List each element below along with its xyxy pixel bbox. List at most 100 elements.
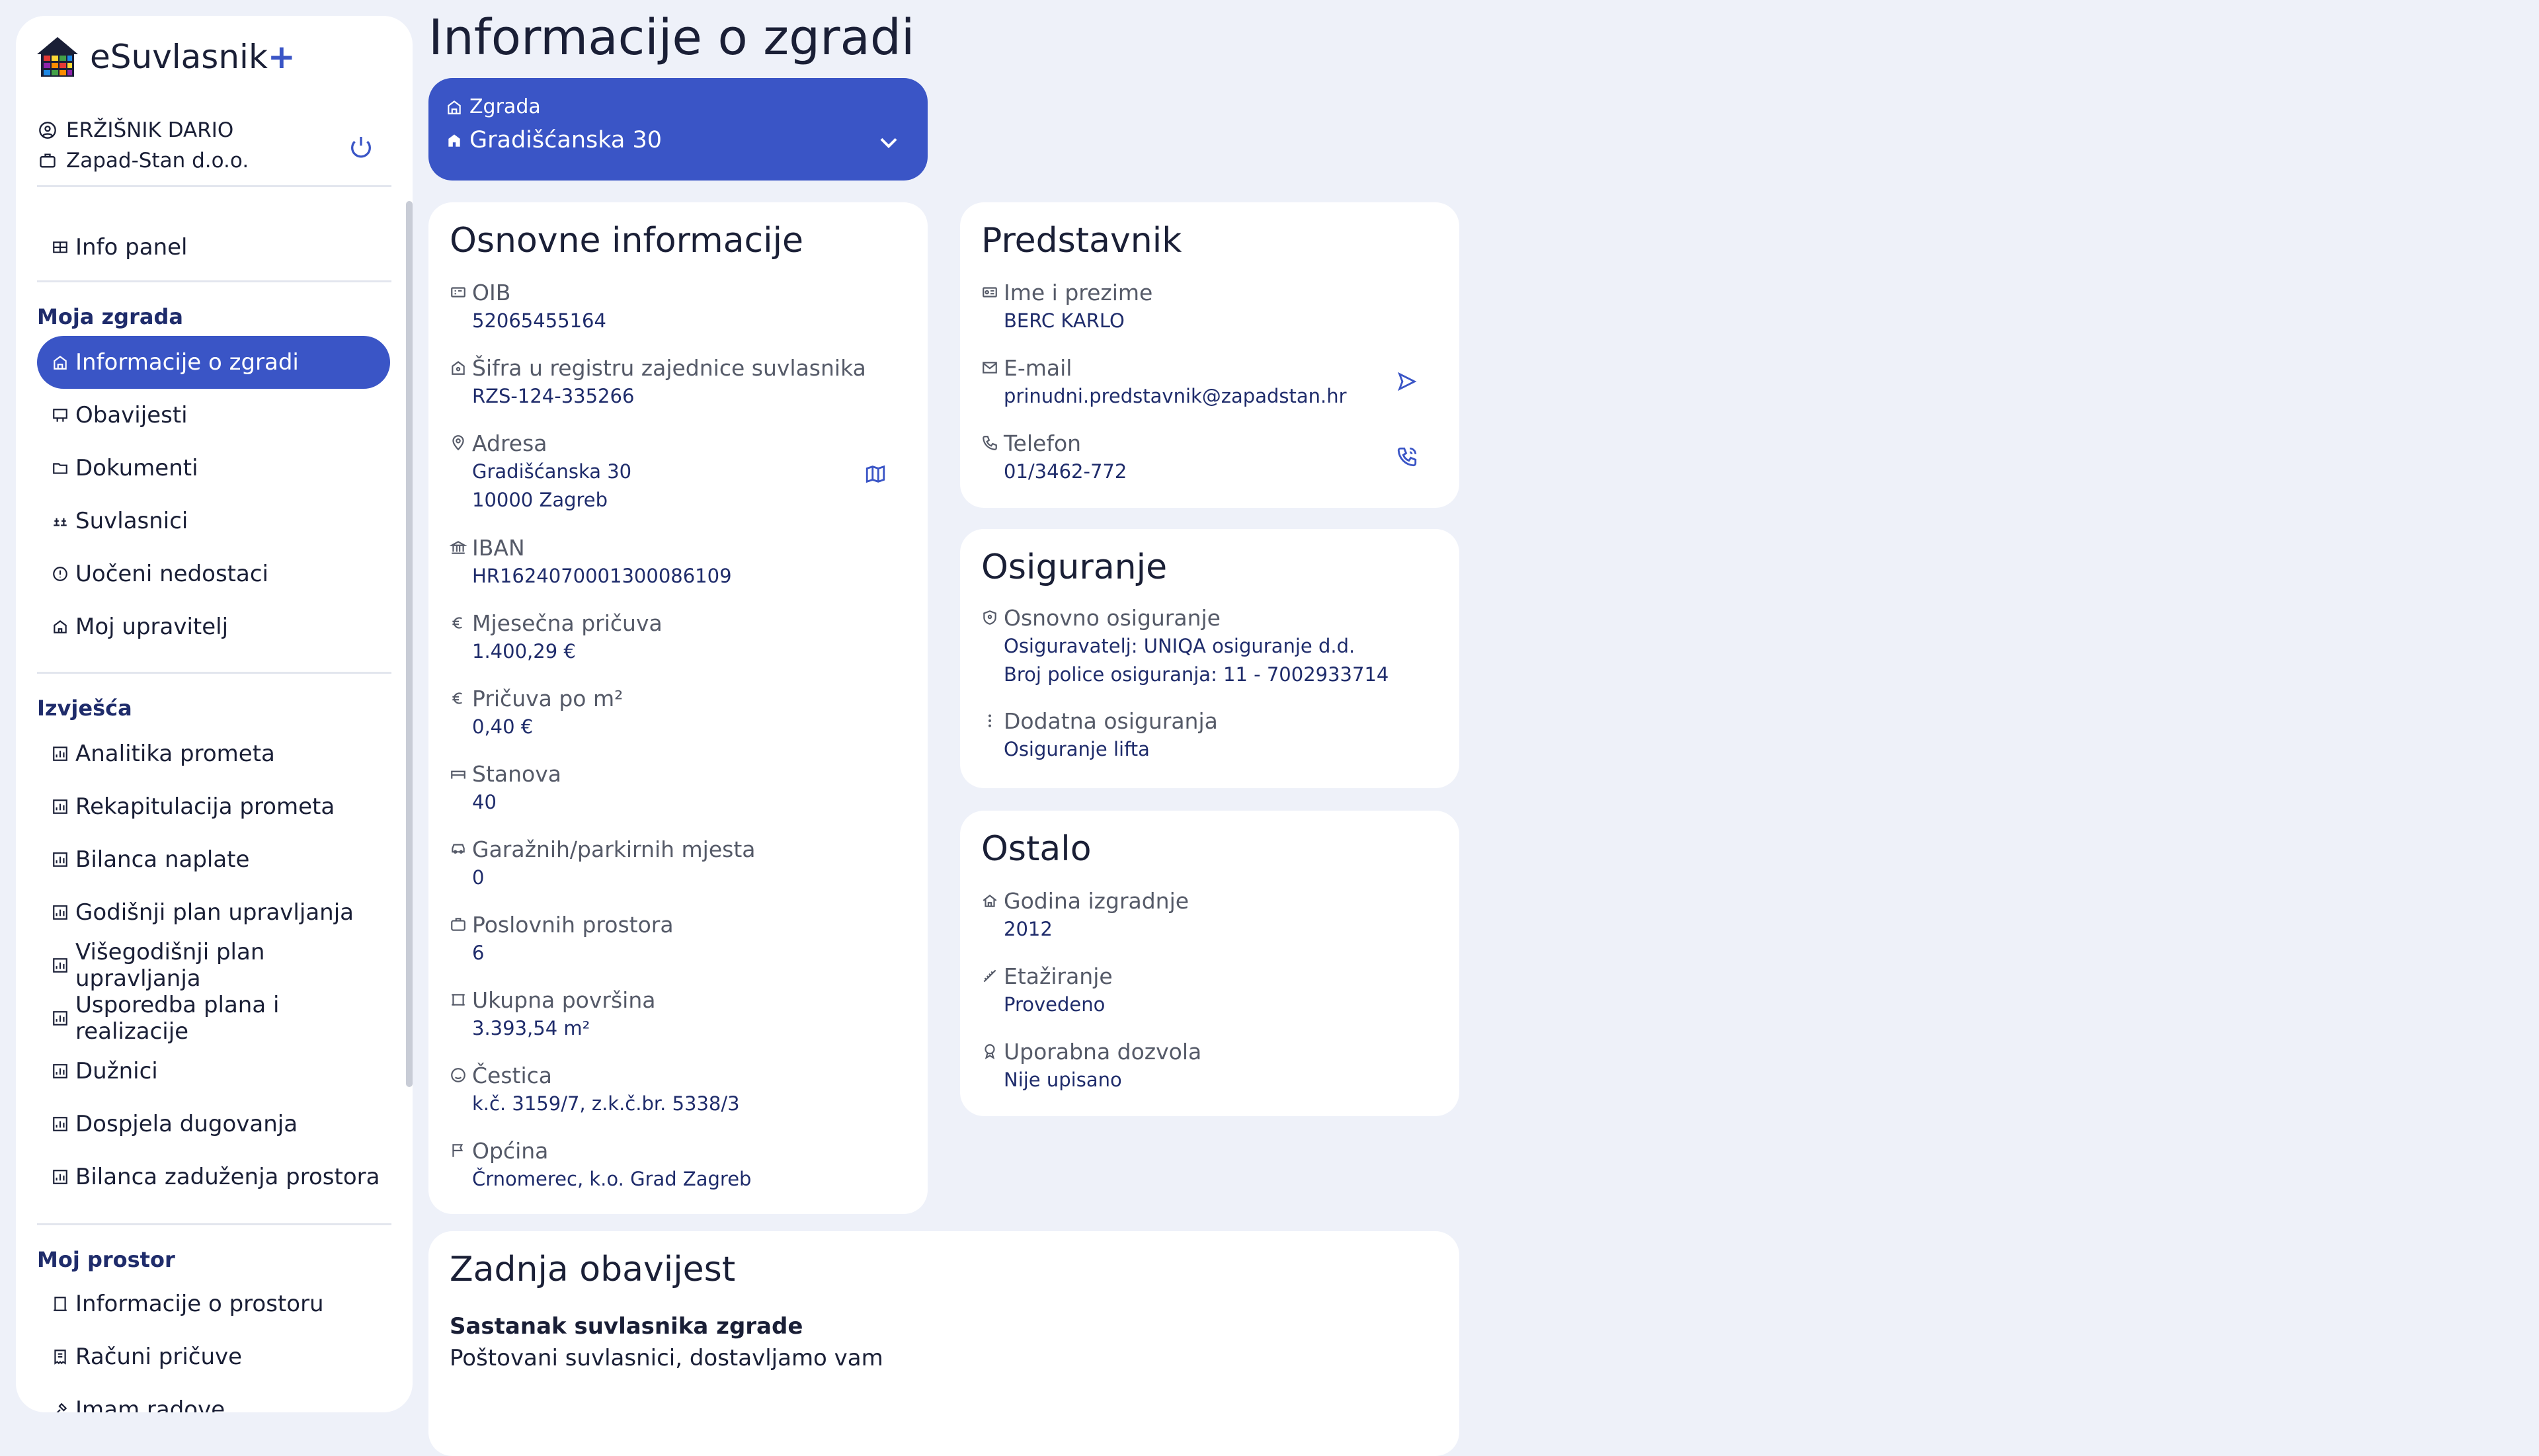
nav-dospjela-dugovanja[interactable]: Dospjela dugovanja [37, 1098, 390, 1151]
phone-call-icon[interactable] [1396, 446, 1418, 468]
chevron-down-icon[interactable] [876, 130, 901, 155]
field-value: RZS-124-335266 [472, 385, 635, 407]
field-value: Osiguravatelj: UNIQA osiguranje d.d. [1004, 635, 1355, 657]
field-label: Adresa [472, 430, 547, 456]
house-logo-icon [36, 36, 79, 78]
nav-label: Rekapitulacija prometa [75, 793, 335, 820]
field-label: Ime i prezime [1004, 279, 1153, 305]
field-oib: OIB 52065455164 [450, 278, 907, 335]
field-value: 0,40 € [472, 715, 534, 738]
field-label: Stanova [472, 760, 561, 787]
nav-moj-upravitelj[interactable]: Moj upravitelj [37, 600, 390, 653]
badge-icon [985, 1044, 995, 1060]
field-value: 1.400,29 € [472, 640, 576, 663]
field-label: Općina [472, 1137, 549, 1164]
app-name: eSuvlasnik+ [90, 38, 296, 76]
user-name-row: ERŽIŠNIK DARIO [38, 115, 390, 145]
nav-suvlasnici[interactable]: Suvlasnici [37, 495, 390, 547]
bed-icon [451, 770, 465, 779]
report-icon [53, 1011, 67, 1026]
report-icon [53, 852, 67, 867]
nav-visegodisnji-plan[interactable]: Višegodišnji plan upravljanja [37, 939, 390, 992]
registry-icon [452, 360, 465, 375]
field-value: Osiguranje lifta [1004, 738, 1150, 760]
nav-informacije-o-zgradi[interactable]: Informacije o zgradi [37, 336, 390, 389]
field-povrsina: Ukupna površina 3.393,54 m² [450, 985, 907, 1043]
card-osiguranje: Osiguranje Osnovno osiguranje Osiguravat… [960, 529, 1459, 788]
field-mjesecna-pricuva: Mjesečna pričuva 1.400,29 € [450, 608, 907, 666]
map-pin-icon [452, 435, 464, 451]
field-label: E-mail [1004, 354, 1072, 381]
bank-icon [450, 541, 467, 554]
nav-imam-radove[interactable]: Imam radove [37, 1383, 390, 1412]
notice-text: Poštovani suvlasnici, dostavljamo vam [450, 1345, 883, 1371]
tools-icon [56, 1402, 67, 1412]
nav-bilanca-zaduzenja[interactable]: Bilanca zaduženja prostora [37, 1151, 390, 1203]
field-label: Pričuva po m² [472, 685, 624, 711]
report-icon [53, 747, 67, 761]
send-icon[interactable] [1396, 370, 1418, 393]
id-card-icon [983, 287, 997, 298]
nav-racuni-pricuve[interactable]: Računi pričuve [37, 1330, 390, 1383]
card-zadnja-obavijest[interactable]: Zadnja obavijest Sastanak suvlasnika zgr… [428, 1231, 1459, 1456]
alert-circle-icon [53, 567, 67, 581]
field-label: Uporabna dozvola [1004, 1038, 1202, 1065]
building-select[interactable]: Zgrada Gradišćanska 30 [428, 78, 928, 181]
nav-label: Usporedba plana i realizacije [75, 992, 280, 1045]
parcel-icon [451, 1068, 465, 1082]
building-select-label-row: Zgrada [446, 95, 541, 118]
nav-analitika-prometa[interactable]: Analitika prometa [37, 727, 390, 780]
folder-icon [53, 463, 67, 474]
nav-usporedba-plana[interactable]: Usporedba plana i realizacije [37, 992, 390, 1045]
field-garaza: Garažnih/parkirnih mjesta 0 [450, 834, 907, 892]
nav-label: Obavijesti [75, 402, 188, 428]
field-godina-izgradnje: Godina izgradnje 2012 [981, 886, 1438, 944]
notice-heading: Sastanak suvlasnika zgrade [450, 1313, 803, 1340]
field-value: HR1624070001300086109 [472, 565, 732, 587]
field-label: Etažiranje [1004, 963, 1113, 989]
nav-rekapitulacija-prometa[interactable]: Rekapitulacija prometa [37, 780, 390, 833]
more-vertical-icon [988, 714, 991, 727]
shield-icon [983, 610, 996, 625]
nav-obavijesti[interactable]: Obavijesti [37, 389, 390, 442]
building-select-value: Gradišćanska 30 [469, 127, 663, 153]
card-title: Predstavnik [981, 221, 1182, 261]
nav-label: Bilanca zaduženja prostora [75, 1164, 380, 1190]
section-title-moj-prostor: Moj prostor [37, 1247, 175, 1272]
nav-bilanca-naplate[interactable]: Bilanca naplate [37, 833, 390, 886]
field-osnovno-osiguranje: Osnovno osiguranje Osiguravatelj: UNIQA … [981, 603, 1438, 689]
divider [37, 280, 391, 282]
field-value: k.č. 3159/7, z.k.č.br. 5338/3 [472, 1092, 740, 1115]
field-email: E-mail prinudni.predstavnik@zapadstan.hr [981, 353, 1438, 411]
field-sifra: Šifra u registru zajednice suvlasnika RZ… [450, 353, 907, 411]
user-circle-icon [39, 122, 56, 139]
car-icon [452, 844, 465, 854]
nav-uoceni-nedostaci[interactable]: Uočeni nedostaci [37, 547, 390, 600]
nav-info-panel[interactable]: Info panel [37, 221, 390, 274]
building-select-value-row: Gradišćanska 30 [446, 127, 662, 153]
field-label: Mjesečna pričuva [472, 610, 663, 636]
nav-duznici[interactable]: Dužnici [37, 1045, 390, 1098]
nav-label: Suvlasnici [75, 508, 188, 534]
field-value: Črnomerec, k.o. Grad Zagreb [472, 1168, 752, 1190]
page-title: Informacije o zgradi [428, 9, 915, 66]
field-telefon: Telefon 01/3462-772 [981, 428, 1438, 486]
euro-icon [452, 617, 462, 629]
field-uporabna-dozvola: Uporabna dozvola Nije upisano [981, 1037, 1438, 1094]
nav-godisnji-plan[interactable]: Godišnji plan upravljanja [37, 886, 390, 939]
logout-power-icon[interactable] [348, 134, 374, 160]
report-icon [53, 958, 67, 973]
building-icon [448, 134, 460, 147]
sidebar-scrollbar[interactable] [406, 201, 413, 1087]
nav-informacije-o-prostoru[interactable]: Informacije o prostoru [37, 1277, 390, 1330]
nav-label: Info panel [75, 234, 188, 261]
flag-icon [452, 1144, 463, 1157]
map-icon[interactable] [864, 463, 887, 485]
field-value: 40 [472, 791, 497, 813]
report-icon [53, 1117, 67, 1131]
nav-label: Informacije o prostoru [75, 1291, 324, 1317]
brand[interactable]: eSuvlasnik+ [36, 36, 296, 78]
nav-dokumenti[interactable]: Dokumenti [37, 442, 390, 495]
ruler-icon [983, 969, 996, 983]
report-icon [53, 1064, 67, 1078]
